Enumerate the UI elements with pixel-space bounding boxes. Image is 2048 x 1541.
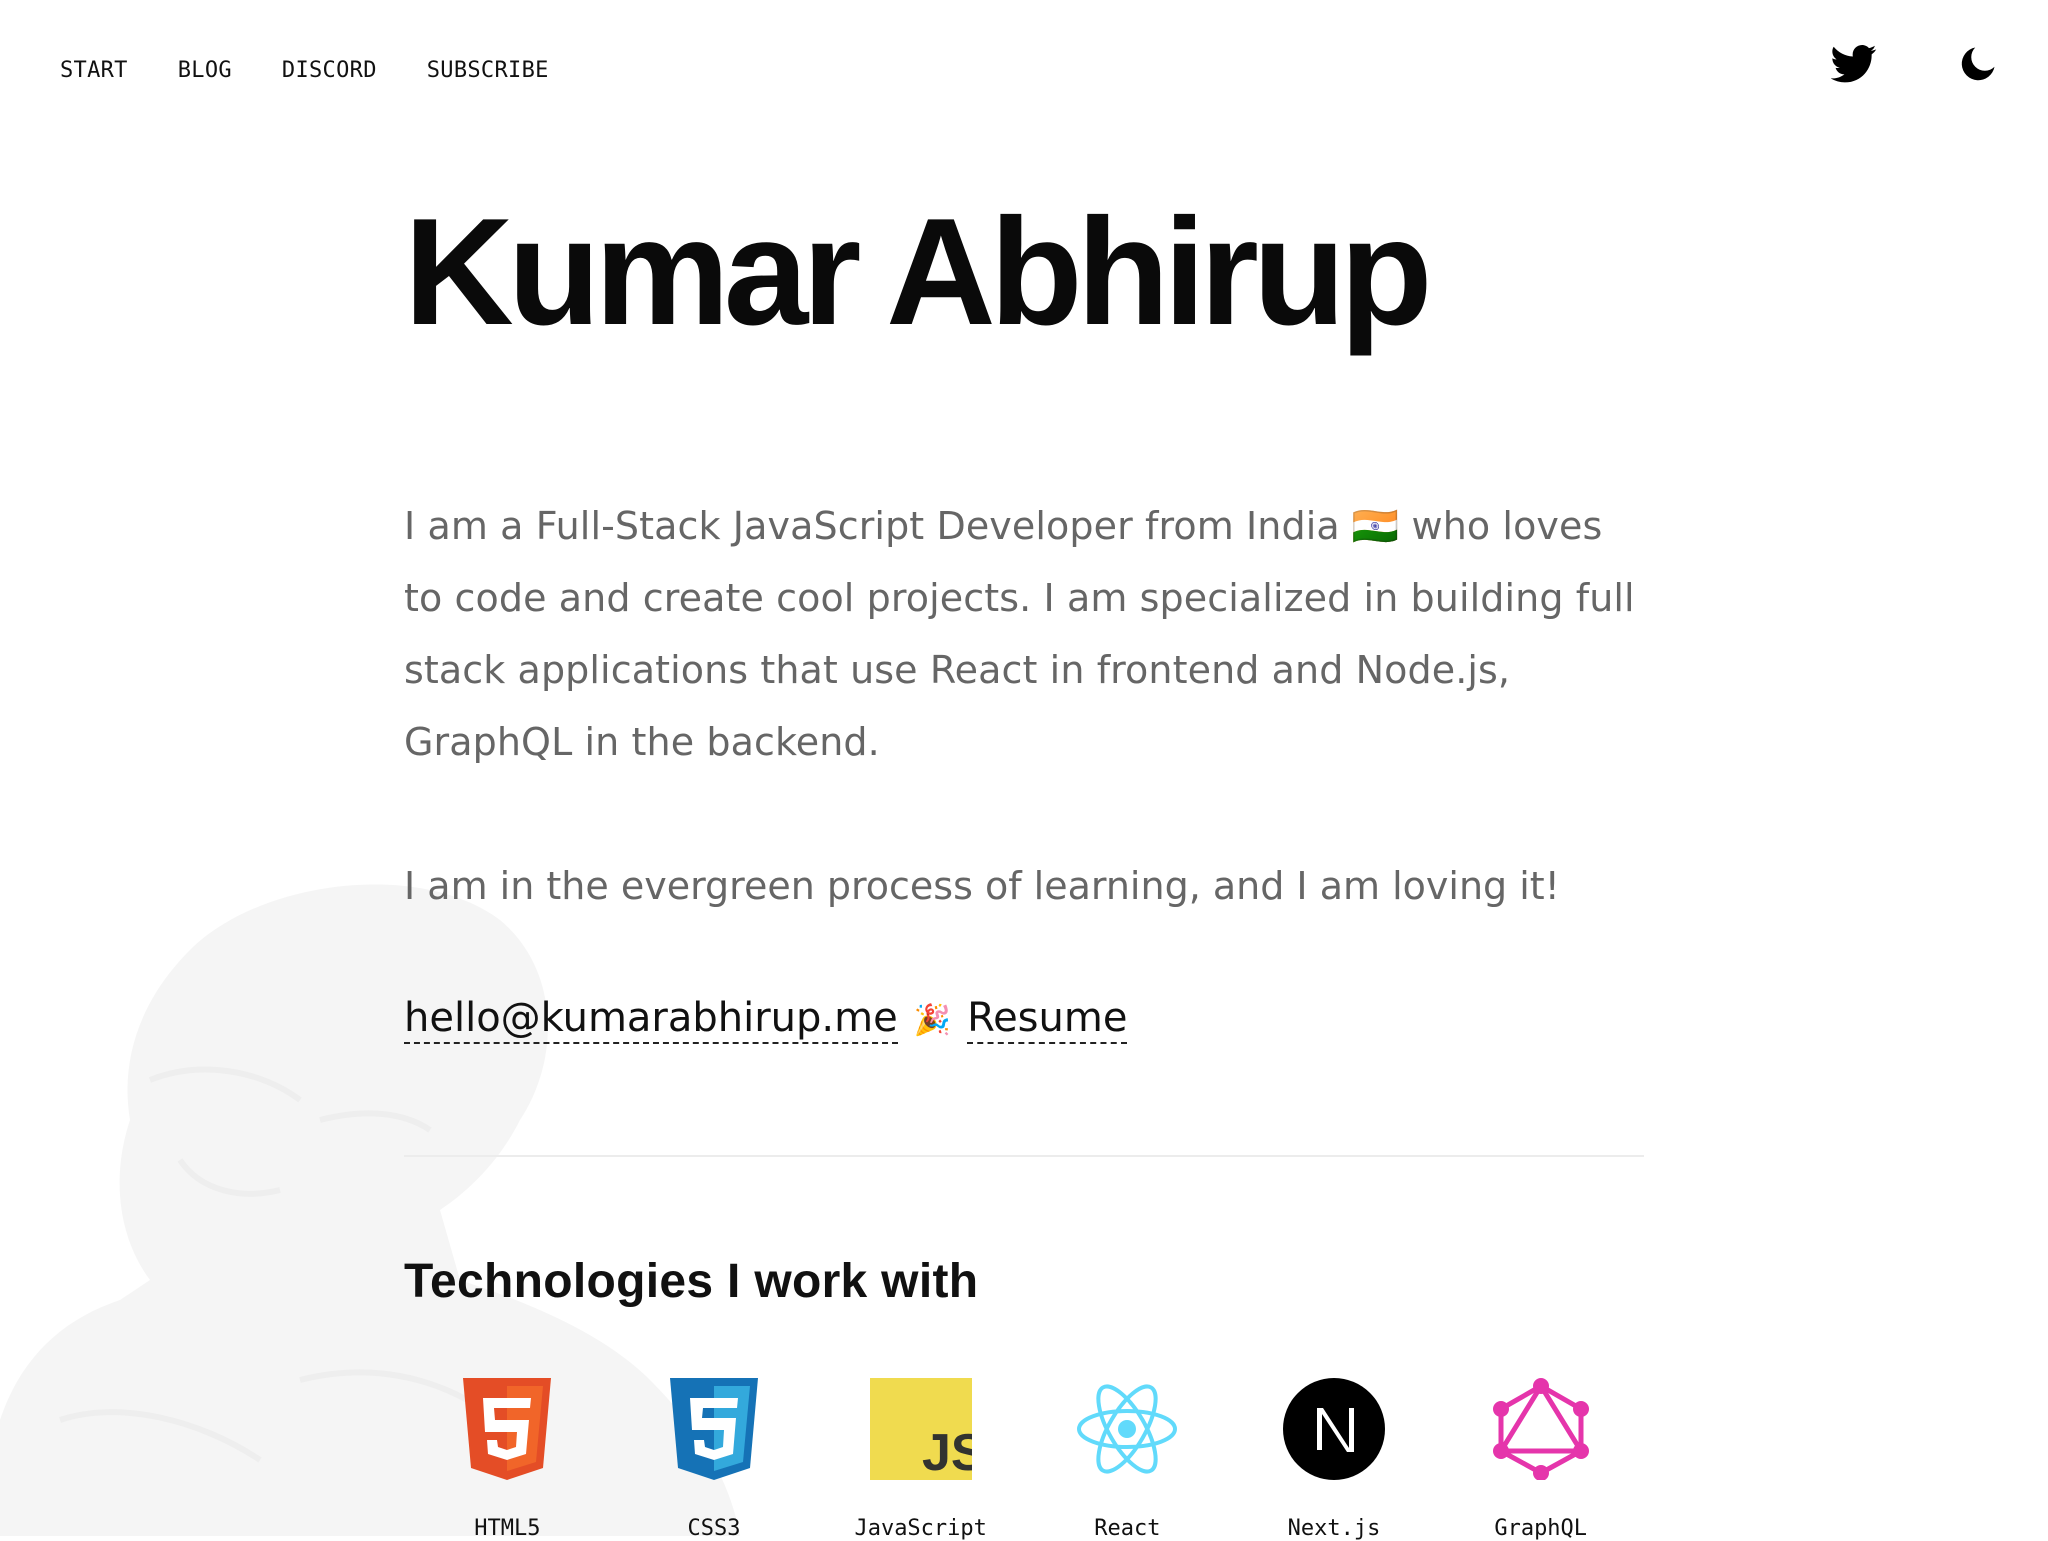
tech-label: JavaScript — [854, 1516, 987, 1541]
nav-start-link[interactable]: START — [60, 58, 128, 83]
twitter-icon[interactable] — [1828, 38, 1880, 90]
page-title: Kumar Abhirup — [404, 187, 1433, 357]
tech-item-react: React — [1024, 1378, 1231, 1541]
tech-item-nextjs: Next.js — [1231, 1378, 1438, 1541]
svg-text:JS: JS — [922, 1424, 972, 1480]
learning-paragraph: I am in the evergreen process of learnin… — [404, 864, 1560, 908]
react-icon — [1077, 1384, 1178, 1474]
separator-emoji: 🎉 — [913, 1002, 952, 1038]
technologies-heading: Technologies I work with — [404, 1255, 979, 1308]
tech-label: GraphQL — [1494, 1516, 1588, 1541]
tech-item-html5: HTML5 — [404, 1378, 611, 1541]
top-right-actions — [1828, 38, 2004, 90]
nav-subscribe-link[interactable]: SUBSCRIBE — [427, 58, 549, 83]
html5-icon — [463, 1378, 552, 1480]
email-link[interactable]: hello@kumarabhirup.me — [404, 996, 898, 1044]
graphql-icon — [1492, 1378, 1589, 1480]
moon-icon[interactable] — [1952, 38, 2004, 90]
section-divider — [404, 1155, 1644, 1157]
tech-item-javascript: JS JavaScript — [817, 1378, 1024, 1541]
resume-link[interactable]: Resume — [967, 996, 1128, 1044]
tech-label: HTML5 — [474, 1516, 541, 1541]
tech-label: CSS3 — [687, 1516, 741, 1541]
nav-discord-link[interactable]: DISCORD — [282, 58, 377, 83]
tech-item-graphql: GraphQL — [1437, 1378, 1644, 1541]
css3-icon — [670, 1378, 758, 1480]
tech-label: Next.js — [1287, 1516, 1381, 1541]
nav-blog-link[interactable]: BLOG — [178, 58, 232, 83]
tech-item-css3: CSS3 — [611, 1378, 818, 1541]
javascript-icon: JS — [869, 1378, 972, 1480]
tech-label: React — [1094, 1516, 1161, 1541]
contact-links: hello@kumarabhirup.me 🎉 Resume — [404, 996, 1128, 1044]
nextjs-icon — [1283, 1378, 1386, 1480]
technologies-list: HTML5 CSS3 JS JavaScript React Next.js G… — [404, 1378, 1644, 1541]
top-nav: START BLOG DISCORD SUBSCRIBE — [60, 54, 549, 86]
intro-paragraph: I am a Full-Stack JavaScript Developer f… — [404, 504, 1635, 764]
